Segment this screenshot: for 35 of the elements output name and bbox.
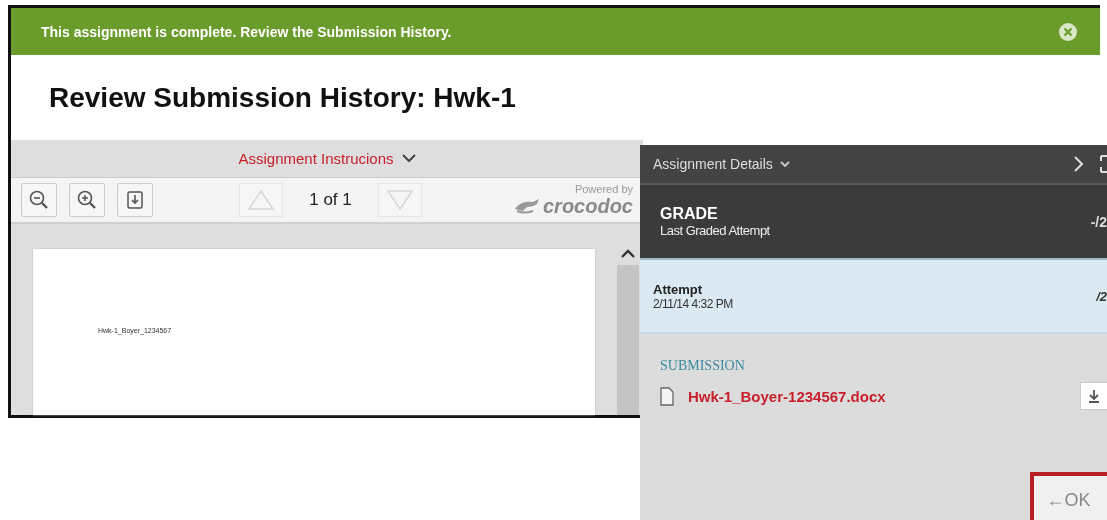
download-button[interactable] (117, 183, 153, 217)
crocodile-icon (512, 197, 541, 215)
chevron-down-icon (779, 160, 790, 168)
download-icon (124, 189, 146, 211)
grade-subtitle: Last Graded Attempt (660, 223, 770, 238)
page-title: Review Submission History: Hwk-1 (49, 81, 516, 114)
alert-message: This assignment is complete. Review the Submission History. (41, 23, 452, 40)
powered-by-caption: Powered by (574, 182, 633, 195)
zoom-in-button[interactable] (69, 183, 105, 217)
zoom-in-icon (76, 189, 98, 211)
download-icon (1088, 389, 1100, 403)
submission-heading: SUBMISSION (660, 358, 746, 374)
zoom-out-button[interactable] (21, 183, 57, 217)
download-button[interactable] (1080, 382, 1107, 410)
triangle-down-icon (386, 189, 414, 211)
grade-score: -/2 (1090, 213, 1107, 230)
triangle-up-icon (247, 189, 275, 211)
ok-button[interactable]: ←OK (1030, 472, 1107, 520)
crocodoc-logo: crocodoc (542, 194, 633, 218)
attempt-score: /2 (1096, 288, 1107, 304)
file-icon (660, 386, 674, 406)
scroll-up-icon[interactable] (621, 249, 635, 259)
chevron-right-icon[interactable] (1073, 156, 1083, 172)
expand-icon[interactable] (1100, 155, 1107, 173)
instructions-dropdown[interactable]: Assignment Instrucions (238, 150, 394, 167)
attempt-date: 2/11/14 4:32 PM (653, 296, 733, 311)
page-counter: 1 of 1 (308, 190, 353, 210)
attempt-row[interactable]: Attempt 2/11/14 4:32 PM /2 (640, 260, 1107, 334)
attempt-label: Attempt (653, 281, 704, 297)
details-dropdown[interactable]: Assignment Details (653, 156, 773, 172)
scrollbar[interactable] (617, 265, 639, 415)
zoom-out-icon (28, 189, 50, 211)
file-link[interactable]: Hwk-1_Boyer-1234567.docx (688, 387, 886, 405)
chevron-down-icon (401, 154, 416, 163)
grade-heading: GRADE (660, 205, 719, 223)
